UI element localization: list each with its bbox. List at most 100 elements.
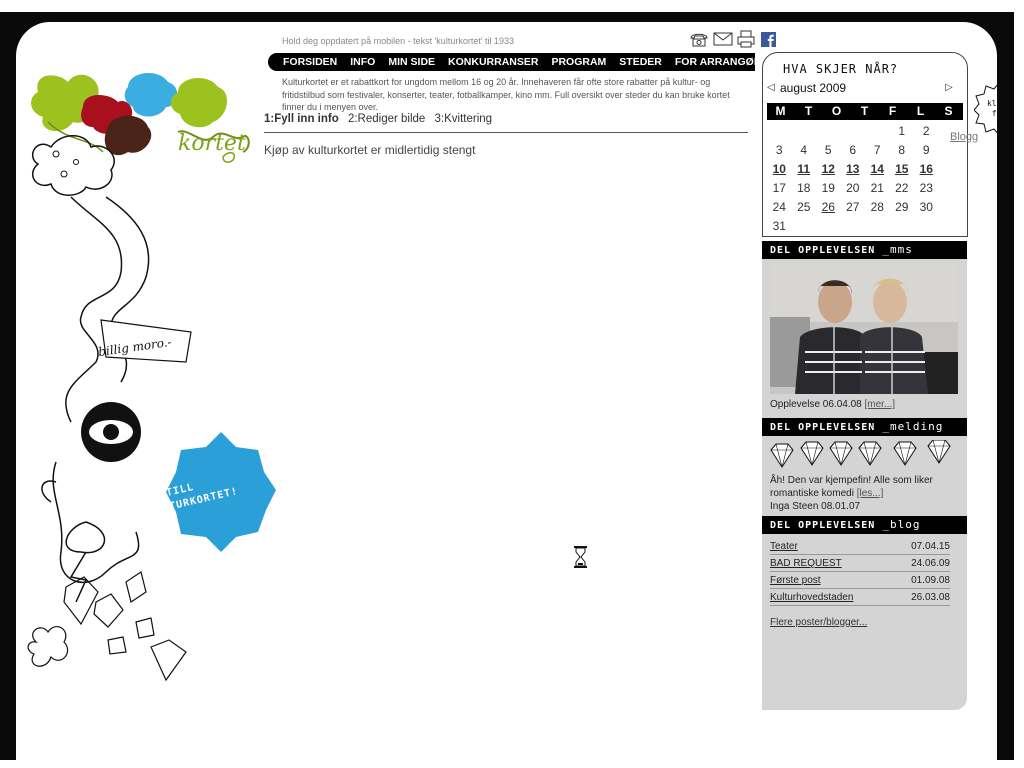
page-content: kortet billig moro.- BESTILL KULTURKORTE…	[16, 22, 997, 760]
blog-list: Teater 07.04.15 BAD REQUEST 24.06.09 Før…	[770, 539, 950, 607]
mms-more-link[interactable]: [mer...]	[865, 399, 896, 410]
calendar-day[interactable]: 16	[914, 160, 939, 179]
mms-caption-text: Opplevelse 06.04.08	[770, 399, 862, 410]
blog-title-link[interactable]: BAD REQUEST	[770, 556, 842, 571]
mail-icon[interactable]	[713, 30, 733, 48]
section-label: DEL OPPLEVELSEN	[770, 422, 876, 433]
calendar-day: 28	[870, 200, 884, 214]
calendar-day	[816, 217, 841, 236]
calendar-day: 6	[849, 143, 857, 157]
calendar-prev-icon[interactable]: ◁	[767, 82, 775, 93]
calendar-day	[816, 122, 841, 141]
calendar-month: august 2009	[780, 81, 847, 95]
calendar-day	[841, 217, 866, 236]
calendar-week: 17 18 19 20 21 22 23	[767, 179, 963, 198]
calendar-next-icon[interactable]: ▷	[945, 82, 953, 93]
calendar-week: 12	[767, 122, 963, 141]
nav-program[interactable]: PROGRAM	[551, 56, 606, 68]
order-steps: 1:Fyll inn info 2:Rediger bilde 3:Kvitte…	[264, 113, 498, 125]
section-header-mms: DEL OPPLEVELSEN _mms	[762, 241, 967, 259]
calendar-title: HVA SKJER NÅR?	[783, 62, 899, 76]
doodle-illustration	[27, 135, 276, 682]
calendar-day: 9	[922, 143, 930, 157]
calendar-day[interactable]: 11	[792, 160, 817, 179]
calendar-day: 21	[870, 181, 884, 195]
section-suffix: _mms	[882, 243, 913, 256]
calendar-day: 18	[797, 181, 811, 195]
blog-row: Første post 01.09.08	[770, 573, 950, 589]
calendar-day	[767, 122, 792, 141]
nav-info[interactable]: INFO	[350, 56, 375, 68]
hourglass-cursor-icon	[574, 546, 587, 568]
calendar-week: 24 25 26 27 28 29 30	[767, 198, 963, 217]
calendar-day[interactable]: 14	[865, 160, 890, 179]
calendar-day	[841, 122, 866, 141]
print-icon[interactable]	[736, 30, 756, 48]
calendar-grid: 1 2 3 4 5 6 7 8 9 10 11 12 13 14 15 16 17 18 19 20 21 22 23 24 2…	[767, 122, 963, 236]
nav-for-arrangorer[interactable]: FOR ARRANGØRER	[675, 56, 776, 68]
klikk-text: klikk	[987, 99, 997, 108]
calendar-day: 20	[846, 181, 860, 195]
diamond-icon	[858, 441, 882, 466]
calendar-day: 17	[772, 181, 786, 195]
calendar-day	[792, 122, 817, 141]
weekday: M	[775, 104, 787, 118]
calendar-day: 3	[775, 143, 783, 157]
nav-forsiden[interactable]: FORSIDEN	[283, 56, 337, 68]
calendar-day	[914, 217, 939, 236]
weekday: T	[804, 104, 814, 118]
blog-row: BAD REQUEST 24.06.09	[770, 556, 950, 572]
klikk-for-badge[interactable]: klikk for	[974, 82, 997, 136]
blogg-link[interactable]: Blogg	[950, 131, 978, 143]
blog-title-link[interactable]: Teater	[770, 539, 798, 554]
sms-tip: Hold deg oppdatert på mobilen - tekst 'k…	[282, 36, 515, 46]
mms-photo[interactable]	[770, 262, 958, 394]
step-kvittering[interactable]: 3:Kvittering	[435, 113, 493, 125]
facebook-icon[interactable]	[761, 30, 777, 48]
steps-divider	[264, 132, 748, 133]
for-text: for	[992, 109, 997, 118]
blog-title-link[interactable]: Første post	[770, 573, 821, 588]
calendar-day: 29	[895, 200, 909, 214]
calendar-day	[792, 217, 817, 236]
blog-title-link[interactable]: Kulturhovedstaden	[770, 590, 853, 605]
calendar-day: 2	[922, 124, 930, 138]
message-author: Inga Steen 08.01.07	[770, 501, 861, 512]
calendar-day	[865, 122, 890, 141]
calendar-day[interactable]: 10	[767, 160, 792, 179]
intro-text: Kulturkortet er et rabattkort for ungdom…	[282, 77, 730, 112]
calendar-day[interactable]: 12	[816, 160, 841, 179]
calendar-day: 4	[800, 143, 808, 157]
nav-steder[interactable]: STEDER	[619, 56, 662, 68]
nav-min-side[interactable]: MIN SIDE	[388, 56, 435, 68]
diamond-icon	[927, 440, 951, 464]
closed-message: Kjøp av kulturkortet er midlertidig sten…	[264, 143, 476, 157]
calendar-week: 10 11 12 13 14 15 16	[767, 160, 963, 179]
calendar-day[interactable]: 15	[890, 160, 915, 179]
blog-date: 24.06.09	[911, 558, 950, 569]
calendar-day: 22	[895, 181, 909, 195]
message-more-link[interactable]: [les...]	[857, 488, 884, 499]
calendar-weekdays: M T O T F L S	[767, 103, 963, 120]
step-rediger-bilde[interactable]: 2:Rediger bilde	[348, 113, 425, 125]
calendar-day: 7	[873, 143, 881, 157]
calendar-day: 30	[919, 200, 933, 214]
diamond-icon	[800, 441, 824, 466]
step-fyll-inn-info[interactable]: 1:Fyll inn info	[264, 113, 339, 125]
section-header-blog: DEL OPPLEVELSEN _blog	[762, 516, 967, 534]
calendar-day[interactable]: 26	[816, 198, 841, 217]
calendar-day	[865, 217, 890, 236]
diamond-rating	[770, 440, 951, 468]
blog-date: 07.04.15	[911, 541, 950, 552]
calendar-day: 5	[824, 143, 832, 157]
mms-caption: Opplevelse 06.04.08 [mer...]	[770, 399, 895, 410]
more-posts-link[interactable]: Flere poster/blogger...	[770, 617, 867, 628]
message-excerpt: Åh! Den var kjempefin! Alle som liker ro…	[770, 474, 960, 513]
weekday: T	[860, 104, 870, 118]
weekday: F	[888, 104, 898, 118]
nav-konkurranser[interactable]: KONKURRANSER	[448, 56, 538, 68]
calendar-day: 24	[772, 200, 786, 214]
diamond-icon	[893, 441, 917, 466]
calendar-day[interactable]: 13	[841, 160, 866, 179]
phone-icon[interactable]	[689, 30, 709, 48]
